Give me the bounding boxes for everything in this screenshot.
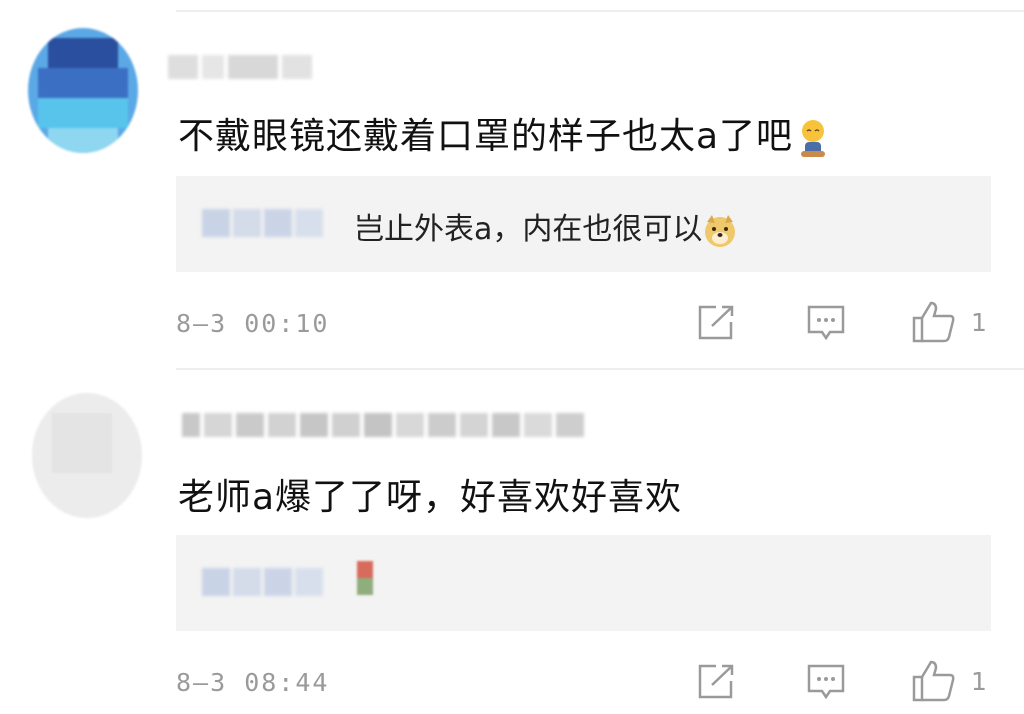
share-button[interactable] [696, 304, 736, 342]
avatar[interactable] [32, 393, 142, 518]
comment-divider [176, 368, 1024, 370]
comment-text: 不戴眼镜还戴着口罩的样子也太a了吧 [178, 107, 833, 159]
like-button[interactable]: 1 [911, 300, 987, 344]
like-count: 1 [971, 307, 987, 337]
top-divider [176, 10, 1024, 12]
avatar[interactable] [28, 28, 138, 153]
reply-username[interactable] [202, 209, 323, 237]
comment-icon [807, 305, 845, 341]
username[interactable] [182, 410, 584, 440]
timestamp: 8—3 08:44 [176, 668, 330, 697]
doge-emoji-icon [705, 214, 736, 247]
thumbs-up-icon [912, 301, 955, 343]
person-emoji-icon [801, 120, 826, 157]
comment-icon [807, 664, 845, 700]
username[interactable] [168, 52, 312, 82]
reply-sticker-icon [357, 561, 373, 595]
timestamp: 8—3 00:10 [176, 309, 330, 338]
reply-box[interactable]: 岂止外表a，内在也很可以 [176, 176, 991, 272]
share-icon [698, 305, 734, 340]
thumbs-up-icon [912, 660, 955, 702]
reply-button[interactable] [806, 663, 846, 701]
reply-text: 岂止外表a，内在也很可以 [354, 204, 738, 249]
like-count: 1 [971, 666, 987, 696]
reply-box[interactable] [176, 535, 991, 631]
like-button[interactable]: 1 [911, 659, 987, 703]
reply-button[interactable] [806, 304, 846, 342]
share-icon [698, 664, 734, 699]
comment-text: 老师a爆了了呀，好喜欢好喜欢 [178, 477, 683, 518]
reply-username[interactable] [202, 568, 323, 596]
share-button[interactable] [696, 663, 736, 701]
